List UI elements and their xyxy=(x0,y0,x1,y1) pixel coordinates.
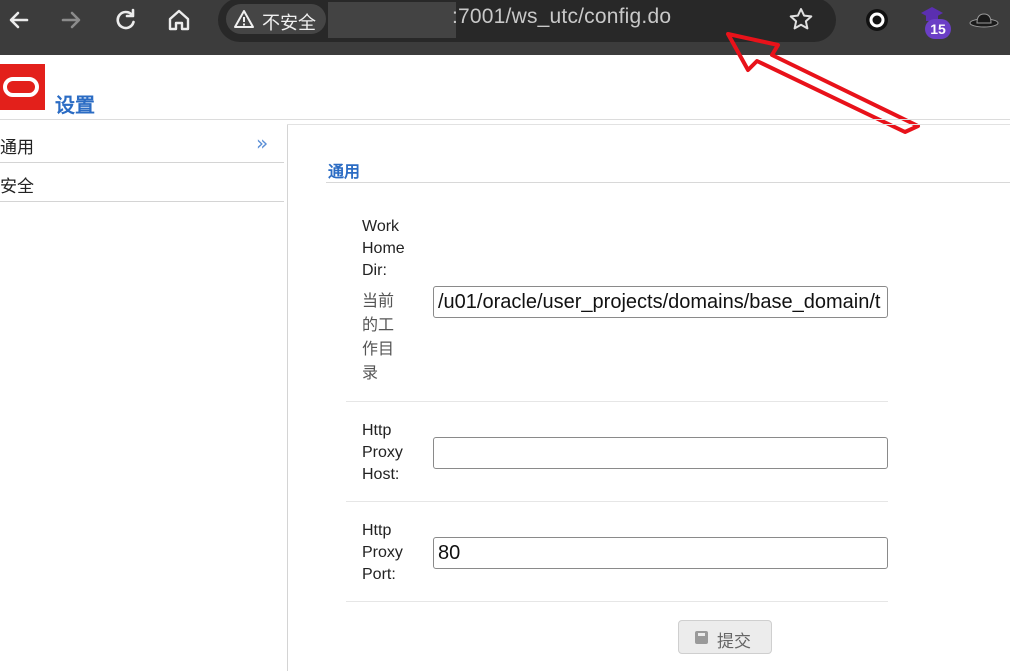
sidebar: 通用 » 安全 xyxy=(0,124,284,202)
http-proxy-port-input[interactable]: 80 xyxy=(433,537,888,569)
http-proxy-host-row: Http Proxy Host: xyxy=(346,402,888,502)
http-proxy-host-input[interactable] xyxy=(433,437,888,469)
work-home-dir-row: Work Home Dir: 当前的工作目录 /u01/oracle/user_… xyxy=(346,205,888,402)
page-title: 设置 xyxy=(55,93,95,117)
work-home-dir-label: Work Home Dir: xyxy=(362,218,405,279)
submit-label: 提交 xyxy=(717,632,751,652)
work-home-dir-input[interactable]: /u01/oracle/user_projects/domains/base_d… xyxy=(433,286,888,318)
sidebar-item-label: 通用 xyxy=(0,138,34,158)
sidebar-item-security[interactable]: 安全 xyxy=(0,163,284,202)
oracle-logo xyxy=(0,64,45,110)
content-top-border xyxy=(287,124,1010,125)
sidebar-item-general[interactable]: 通用 » xyxy=(0,124,284,163)
double-chevron-right-icon: » xyxy=(256,131,269,155)
header-divider xyxy=(0,119,1010,120)
sidebar-item-label: 安全 xyxy=(0,177,34,197)
section-title: 通用 xyxy=(328,162,361,181)
http-proxy-host-label: Http Proxy Host: xyxy=(362,422,403,483)
http-proxy-port-label: Http Proxy Port: xyxy=(362,522,403,583)
submit-button[interactable]: 提交 xyxy=(678,620,772,654)
sidebar-divider xyxy=(287,124,288,671)
save-icon xyxy=(695,631,708,644)
section-divider xyxy=(326,182,1010,183)
work-home-dir-help: 当前的工作目录 xyxy=(362,291,395,382)
http-proxy-port-row: Http Proxy Port: 80 xyxy=(346,502,888,602)
